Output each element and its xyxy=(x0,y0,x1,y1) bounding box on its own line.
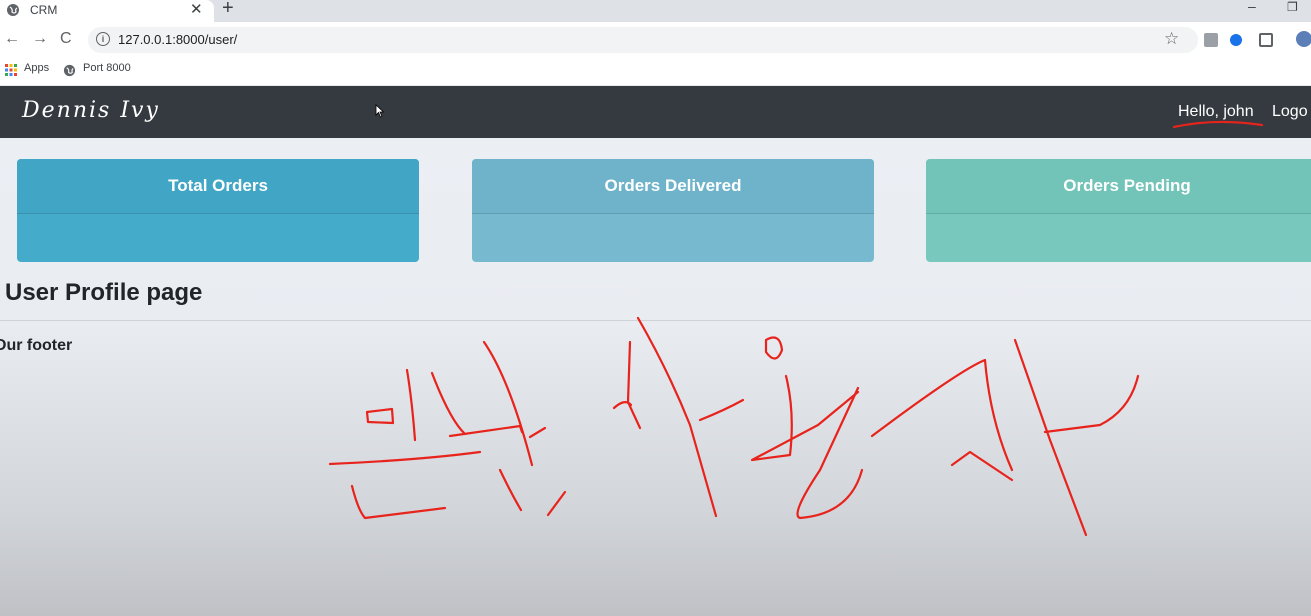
ink-stroke xyxy=(350,484,447,520)
ink-stroke xyxy=(482,340,534,467)
ink-stroke xyxy=(698,398,745,422)
ink-stroke xyxy=(870,358,1014,472)
ink-stroke xyxy=(405,368,417,442)
ink-stroke xyxy=(1043,374,1140,434)
ink-stroke xyxy=(950,450,1014,482)
ink-stroke xyxy=(796,386,864,520)
handwritten-annotation xyxy=(328,120,1264,537)
ink-stroke xyxy=(546,490,567,517)
ink-stroke xyxy=(498,468,523,512)
ink-stroke xyxy=(365,407,395,425)
ink-stroke xyxy=(328,450,482,466)
ink-stroke xyxy=(626,340,642,430)
underline-stroke xyxy=(1172,120,1264,129)
ink-stroke xyxy=(430,371,467,436)
ink-stroke xyxy=(1013,338,1088,537)
ink-stroke xyxy=(528,426,547,439)
ink-stroke xyxy=(750,374,860,462)
ink-stroke xyxy=(764,336,784,360)
ink-stroke xyxy=(636,316,718,518)
